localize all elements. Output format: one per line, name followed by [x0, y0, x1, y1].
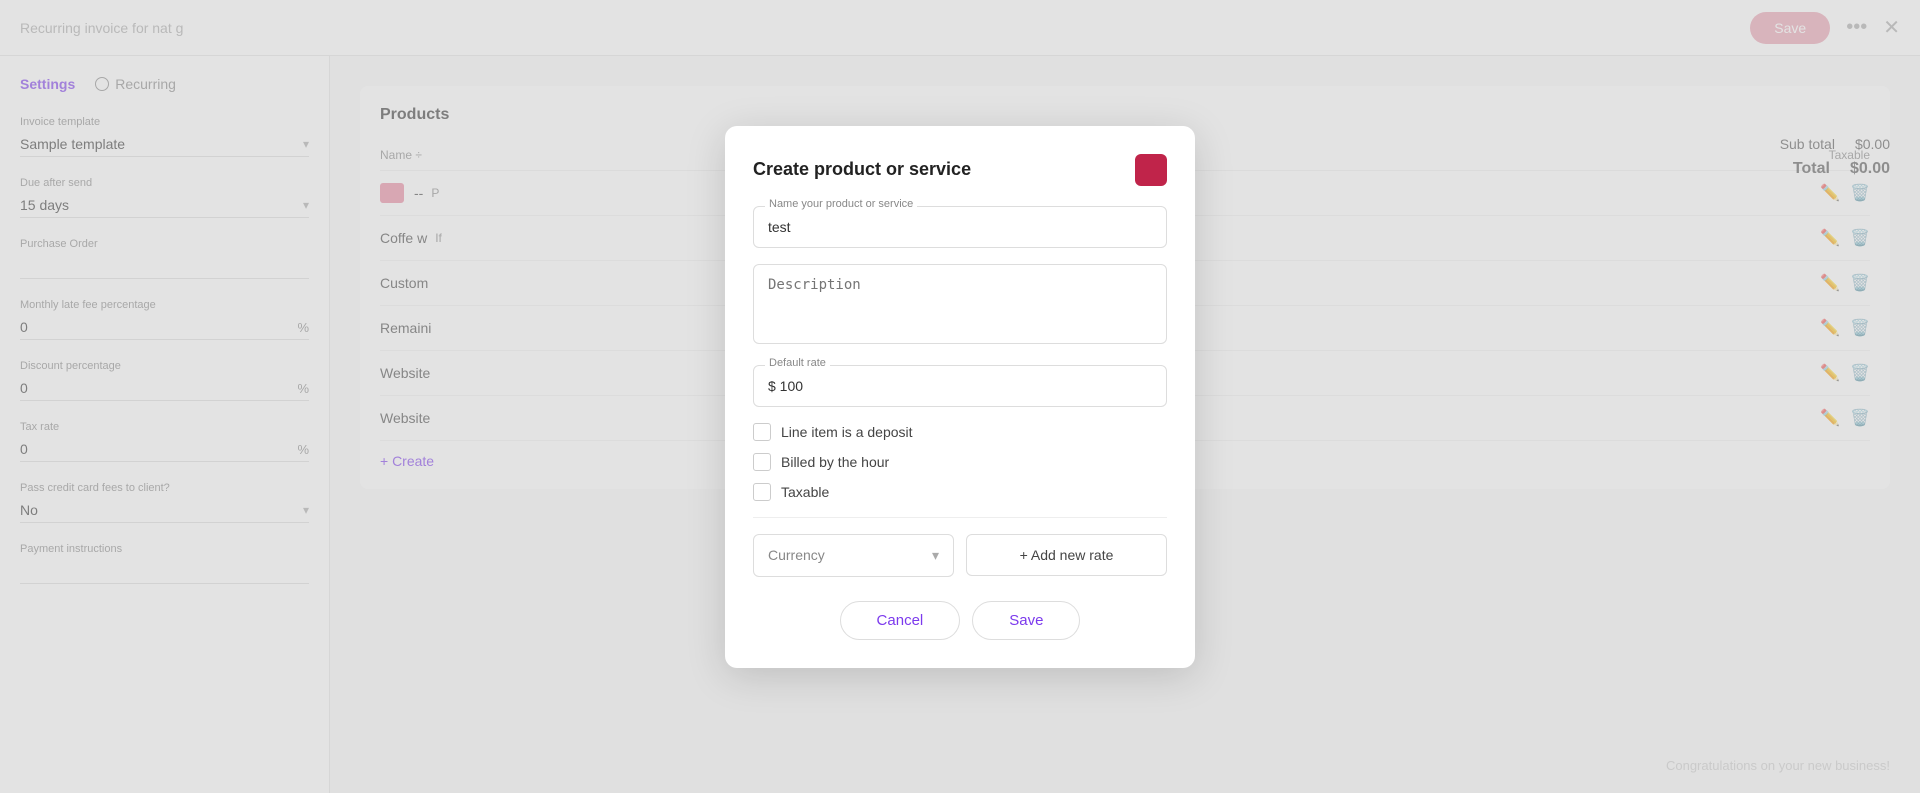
hour-label: Billed by the hour: [781, 454, 889, 470]
deposit-label: Line item is a deposit: [781, 424, 913, 440]
add-rate-button[interactable]: + Add new rate: [966, 534, 1167, 576]
default-rate-field: Default rate: [753, 365, 1167, 407]
default-rate-input[interactable]: [753, 365, 1167, 407]
hour-checkbox[interactable]: [753, 453, 771, 471]
description-field: [753, 264, 1167, 349]
description-input[interactable]: [753, 264, 1167, 344]
currency-label: Currency: [768, 547, 825, 563]
taxable-checkbox-row: Taxable: [753, 483, 1167, 501]
modal-header: Create product or service: [753, 154, 1167, 186]
default-rate-label: Default rate: [765, 357, 830, 369]
taxable-checkbox[interactable]: [753, 483, 771, 501]
create-product-modal: Create product or service Name your prod…: [725, 126, 1195, 668]
product-name-input[interactable]: [753, 206, 1167, 248]
chevron-down-icon: ▾: [932, 547, 939, 564]
modal-divider: [753, 517, 1167, 518]
checkboxes-group: Line item is a deposit Billed by the hou…: [753, 423, 1167, 501]
modal-save-button[interactable]: Save: [972, 601, 1080, 640]
hour-checkbox-row: Billed by the hour: [753, 453, 1167, 471]
product-name-label: Name your product or service: [765, 198, 917, 210]
modal-bottom-row: Currency ▾ + Add new rate: [753, 534, 1167, 577]
currency-select[interactable]: Currency ▾: [753, 534, 954, 577]
taxable-label: Taxable: [781, 484, 829, 500]
deposit-checkbox-row: Line item is a deposit: [753, 423, 1167, 441]
modal-footer: Cancel Save: [753, 601, 1167, 640]
modal-title: Create product or service: [753, 159, 1135, 180]
product-name-field: Name your product or service: [753, 206, 1167, 248]
deposit-checkbox[interactable]: [753, 423, 771, 441]
cancel-button[interactable]: Cancel: [840, 601, 961, 640]
color-swatch[interactable]: [1135, 154, 1167, 186]
